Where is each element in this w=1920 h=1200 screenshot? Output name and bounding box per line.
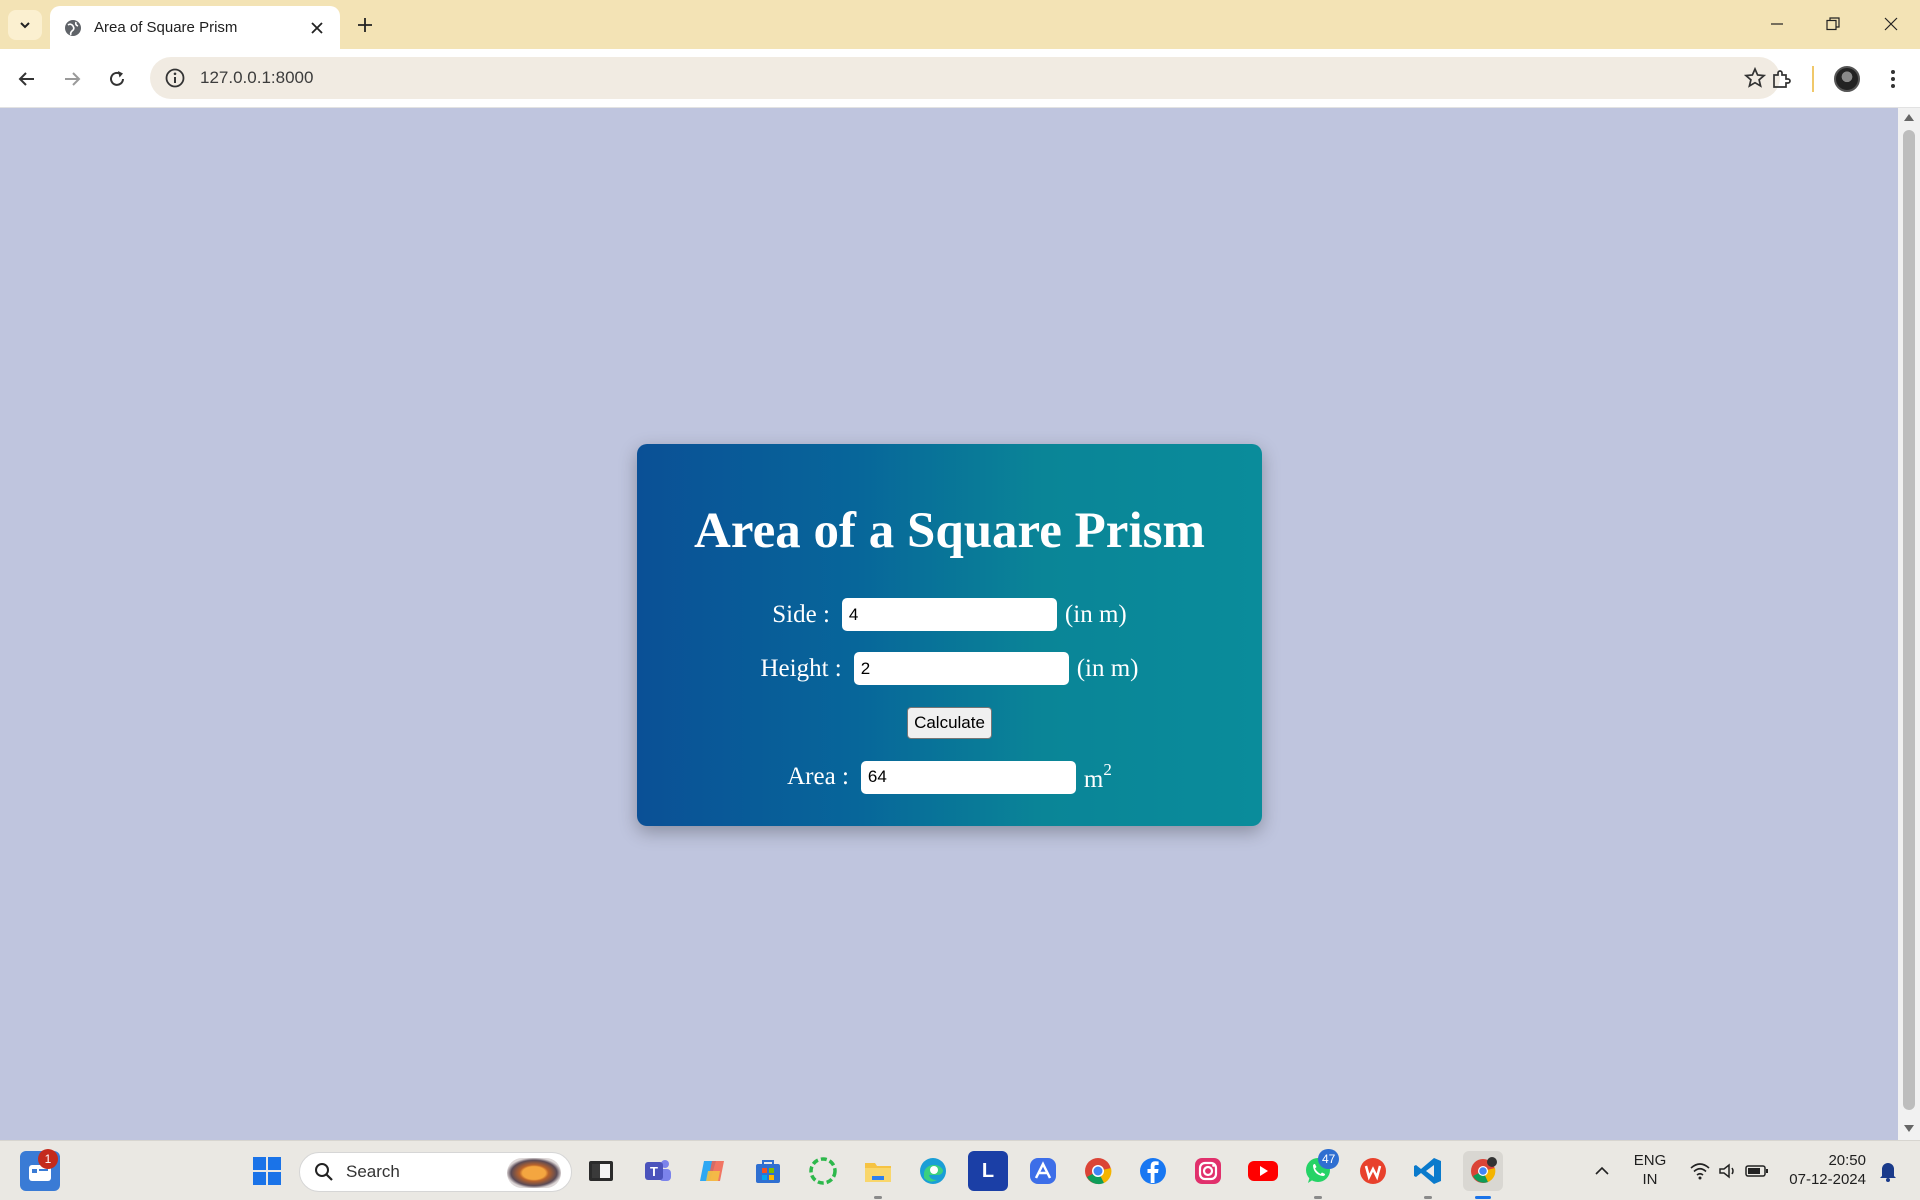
area-output[interactable] xyxy=(860,760,1076,794)
restore-button[interactable] xyxy=(1808,8,1858,40)
restore-icon xyxy=(1826,17,1840,31)
chevron-down-icon xyxy=(20,22,30,29)
vscode-icon[interactable] xyxy=(1408,1151,1448,1191)
wps-office-icon[interactable] xyxy=(1353,1151,1393,1191)
instagram-icon[interactable] xyxy=(1188,1151,1228,1191)
notifications-button[interactable] xyxy=(1870,1151,1906,1191)
profile-button[interactable] xyxy=(1830,62,1864,96)
terminal-icon[interactable] xyxy=(581,1151,621,1191)
running-indicator xyxy=(1314,1196,1322,1199)
area-label: Area : xyxy=(787,763,849,790)
close-window-button[interactable] xyxy=(1866,8,1916,40)
file-explorer-icon[interactable] xyxy=(858,1151,898,1191)
extensions-button[interactable] xyxy=(1764,62,1798,96)
forward-button[interactable] xyxy=(55,62,89,96)
url-text: 127.0.0.1:8000 xyxy=(200,68,314,87)
puzzle-icon xyxy=(1773,70,1791,88)
height-row: Height : (in m) xyxy=(637,652,1262,685)
chrome-profile-icon[interactable] xyxy=(1463,1151,1503,1191)
calculator-card: Area of a Square Prism Side : (in m) Hei… xyxy=(637,444,1262,826)
facebook-icon[interactable] xyxy=(1133,1151,1173,1191)
calculate-button[interactable]: Calculate xyxy=(907,707,992,739)
plus-icon xyxy=(358,18,372,32)
language-code: ENG xyxy=(1633,1152,1667,1169)
scroll-down-icon[interactable] xyxy=(1904,1125,1914,1132)
copilot-icon[interactable] xyxy=(693,1151,733,1191)
back-button[interactable] xyxy=(10,62,44,96)
tab-search-button[interactable] xyxy=(8,10,42,40)
chrome-icon[interactable] xyxy=(1078,1151,1118,1191)
vertical-scrollbar[interactable] xyxy=(1898,108,1920,1140)
browser-menu-button[interactable] xyxy=(1876,62,1910,96)
minimize-button[interactable] xyxy=(1752,8,1802,40)
search-icon xyxy=(315,1163,333,1181)
l-app-icon[interactable]: L xyxy=(968,1151,1008,1191)
volume-icon xyxy=(1719,1163,1734,1179)
wifi-icon xyxy=(1690,1163,1710,1180)
clock-app-icon[interactable] xyxy=(803,1151,843,1191)
reload-button[interactable] xyxy=(100,62,134,96)
side-input[interactable] xyxy=(841,598,1057,631)
widgets-badge: 1 xyxy=(38,1149,58,1169)
clock-date: 07-12-2024 xyxy=(1789,1171,1866,1188)
close-icon xyxy=(1884,17,1898,31)
taskbar: 1 Search T L 47 ENG IN 20:50 07-12-2024 xyxy=(0,1140,1920,1200)
search-label: Search xyxy=(346,1162,400,1181)
browser-toolbar: 127.0.0.1:8000 xyxy=(0,49,1920,108)
youtube-icon[interactable] xyxy=(1243,1151,1283,1191)
side-unit: (in m) xyxy=(1064,600,1127,628)
height-input[interactable] xyxy=(853,652,1069,685)
address-bar[interactable]: 127.0.0.1:8000 xyxy=(150,57,1780,99)
bell-icon xyxy=(1880,1163,1896,1182)
page-title: Area of a Square Prism xyxy=(694,503,1205,559)
region-code: IN xyxy=(1642,1171,1658,1188)
close-tab-icon[interactable] xyxy=(306,17,328,39)
teams-icon[interactable]: T xyxy=(638,1151,678,1191)
avatar xyxy=(1834,66,1860,92)
tab-title: Area of Square Prism xyxy=(94,19,238,36)
show-hidden-icons-button[interactable] xyxy=(1582,1151,1622,1191)
clock-time: 20:50 xyxy=(1828,1152,1866,1169)
arrow-right-icon xyxy=(65,72,81,86)
new-tab-button[interactable] xyxy=(350,10,380,40)
globe-icon xyxy=(65,19,81,36)
windows-start-icon[interactable] xyxy=(247,1151,287,1191)
quick-settings-button[interactable] xyxy=(1684,1151,1774,1191)
battery-icon xyxy=(1745,1165,1768,1177)
toolbar-divider xyxy=(1812,66,1814,92)
reload-icon xyxy=(110,71,124,86)
language-indicator[interactable]: ENG IN xyxy=(1628,1151,1672,1189)
clock[interactable]: 20:50 07-12-2024 xyxy=(1780,1151,1866,1189)
active-indicator xyxy=(1475,1196,1491,1199)
browser-tab[interactable]: Area of Square Prism xyxy=(50,6,340,49)
scroll-up-icon[interactable] xyxy=(1904,114,1914,121)
height-unit: (in m) xyxy=(1076,654,1139,682)
site-info-icon[interactable] xyxy=(164,67,186,89)
calculate-row: Calculate xyxy=(637,707,1262,739)
kebab-menu-icon xyxy=(1891,70,1895,88)
svg-text:T: T xyxy=(650,1164,658,1179)
arrow-left-icon xyxy=(18,72,34,86)
area-unit-base: m xyxy=(1083,766,1104,793)
side-label: Side : xyxy=(772,600,830,628)
height-label: Height : xyxy=(760,654,842,682)
scrollbar-thumb[interactable] xyxy=(1903,130,1915,1110)
tab-strip: Area of Square Prism xyxy=(0,0,1920,49)
store-icon[interactable] xyxy=(748,1151,788,1191)
running-indicator xyxy=(1424,1196,1432,1199)
search-highlight-image xyxy=(507,1158,561,1188)
running-indicator xyxy=(874,1196,882,1199)
bookmark-star-icon[interactable] xyxy=(1744,67,1766,89)
edge-icon[interactable] xyxy=(913,1151,953,1191)
minimize-icon xyxy=(1771,23,1783,25)
whatsapp-badge: 47 xyxy=(1318,1149,1340,1169)
area-unit-exponent: 2 xyxy=(1103,760,1112,779)
chevron-up-icon xyxy=(1595,1166,1609,1175)
area-unit: m2 xyxy=(1084,760,1112,794)
taskbar-search[interactable]: Search xyxy=(299,1152,572,1192)
side-row: Side : (in m) xyxy=(637,598,1262,631)
area-row: Area : m2 xyxy=(637,760,1262,794)
arc-icon[interactable] xyxy=(1023,1151,1063,1191)
